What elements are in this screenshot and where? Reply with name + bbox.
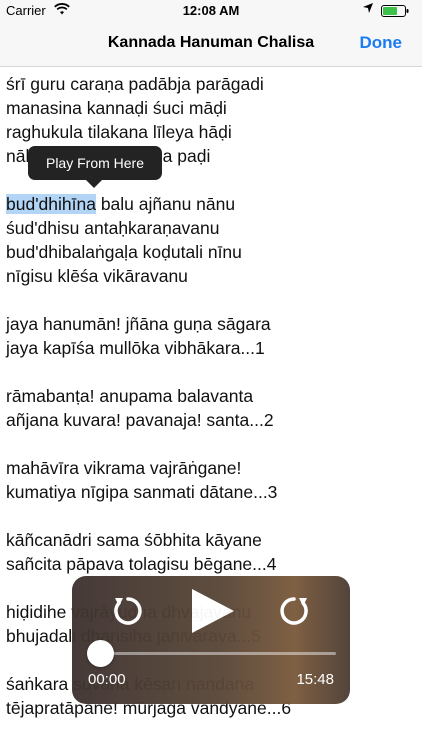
progress-slider-thumb[interactable] bbox=[86, 640, 114, 667]
selected-word[interactable]: bud'dhihīna bbox=[6, 194, 96, 214]
forward-icon bbox=[280, 597, 308, 625]
progress-track[interactable] bbox=[100, 652, 336, 655]
status-bar: Carrier 12:08 AM bbox=[0, 0, 422, 22]
lyric-line[interactable]: kāñcanādri sama śōbhita kāyane bbox=[6, 528, 416, 552]
stanza: mahāvīra vikrama vajrāṅgane! kumatiya nī… bbox=[6, 456, 416, 504]
stanza: kāñcanādri sama śōbhita kāyane sañcita p… bbox=[6, 528, 416, 576]
battery-icon bbox=[381, 5, 409, 17]
lyric-line[interactable]: jaya kapīśa mullōka vibhākara...1 bbox=[6, 336, 416, 360]
play-button[interactable] bbox=[186, 586, 238, 636]
lyric-line[interactable]: śud'dhisu antaḥkaraṇavanu bbox=[6, 216, 416, 240]
play-icon bbox=[192, 589, 234, 633]
lyric-line[interactable]: manasina kannaḍi śuci māḍi bbox=[6, 96, 416, 120]
tooltip-label[interactable]: Play From Here bbox=[46, 155, 144, 171]
lyric-line[interactable]: kumatiya nīgipa sanmati dātane...3 bbox=[6, 480, 416, 504]
total-time: 15:48 bbox=[296, 671, 334, 688]
lyric-line[interactable]: nīgisu klēśa vikāravanu bbox=[6, 264, 416, 288]
lyric-line[interactable]: bud'dhihīna balu ajñanu nānu bbox=[6, 192, 416, 216]
lyric-line-rest: balu ajñanu nānu bbox=[95, 194, 236, 214]
stanza: rāmabanṭa! anupama balavanta añjana kuva… bbox=[6, 384, 416, 432]
lyric-line[interactable]: bud'dhibalaṅgaḷa koḍutali nīnu bbox=[6, 240, 416, 264]
done-button[interactable]: Done bbox=[360, 33, 403, 53]
lyric-line[interactable]: raghukula tilakana līleya hāḍi bbox=[6, 120, 416, 144]
tooltip-arrow bbox=[86, 180, 102, 188]
lyric-line[interactable]: rāmabanṭa! anupama balavanta bbox=[6, 384, 416, 408]
elapsed-time: 00:00 bbox=[88, 671, 126, 688]
audio-player: 00:00 15:48 bbox=[72, 576, 350, 704]
lyric-line[interactable]: śrī guru caraṇa padābja parāgadi bbox=[6, 72, 416, 96]
forward-button[interactable] bbox=[274, 590, 314, 630]
rewind-icon bbox=[114, 597, 142, 625]
lyric-line[interactable]: mahāvīra vikrama vajrāṅgane! bbox=[6, 456, 416, 480]
rewind-button[interactable] bbox=[108, 590, 148, 630]
stanza: bud'dhihīna balu ajñanu nānu śud'dhisu a… bbox=[6, 192, 416, 288]
play-from-here-tooltip[interactable]: Play From Here bbox=[28, 146, 162, 188]
status-time: 12:08 AM bbox=[182, 3, 240, 18]
navigation-bar: Kannada Hanuman Chalisa Done bbox=[0, 22, 422, 67]
stanza: jaya hanumān! jñāna guṇa sāgara jaya kap… bbox=[6, 312, 416, 360]
lyric-line[interactable]: jaya hanumān! jñāna guṇa sāgara bbox=[6, 312, 416, 336]
location-arrow-icon bbox=[362, 2, 374, 17]
lyric-line[interactable]: sañcita pāpava tolagisu bēgane...4 bbox=[6, 552, 416, 576]
lyric-line[interactable]: añjana kuvara! pavanaja! santa...2 bbox=[6, 408, 416, 432]
